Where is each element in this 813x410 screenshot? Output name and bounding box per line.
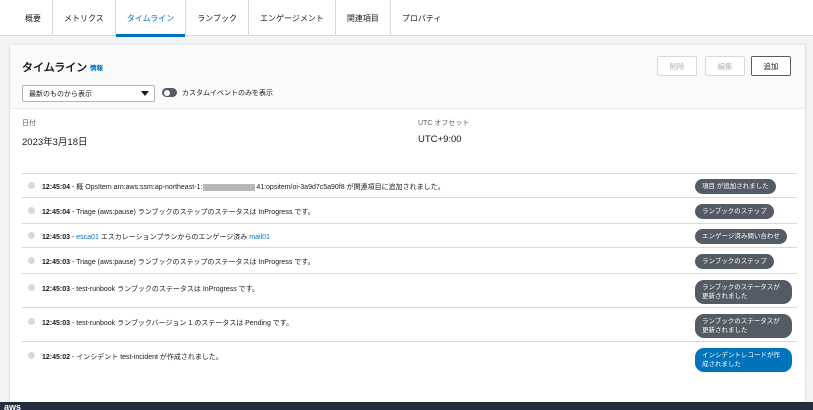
timeline-event-row: 12:45:03 - esca01 エスカレーションプランからのエンゲージ済み … (22, 223, 797, 247)
event-description: - Triage (aws:pause) ランブックのステップのステータスは I… (71, 209, 315, 216)
tab-timeline[interactable]: タイムライン (115, 0, 187, 37)
event-dot-icon (28, 318, 35, 325)
tab-overview[interactable]: 概要 (14, 0, 53, 36)
date-value: 2023年3月18日 (22, 137, 88, 148)
event-text: 12:45:02 - インシデント test-incident が作成されました… (42, 352, 223, 362)
event-time: 12:45:03 (42, 234, 71, 241)
event-text: 12:45:03 - test-runbook ランブックのステータスは InP… (42, 284, 259, 294)
contact-link[interactable]: mail01 (249, 234, 270, 241)
timeline-event-row: 12:45:04 - Triage (aws:pause) ランブックのステップ… (22, 197, 797, 223)
timeline-event-row: 12:45:03 - test-runbook ランブックのステータスは InP… (22, 273, 797, 307)
event-type-badge: インシデントレコードが作成されました (695, 348, 792, 372)
event-text: 12:45:03 - Triage (aws:pause) ランブックのステップ… (42, 257, 315, 267)
event-description: - test-runbook ランブックバージョン 1 のステータスは Pend… (71, 320, 294, 327)
event-type-badge: ランブックのステップ (695, 254, 774, 269)
info-link[interactable]: 情報 (90, 62, 103, 72)
event-text: 12:45:03 - esca01 エスカレーションプランからのエンゲージ済み … (42, 234, 270, 241)
event-text-pre: - 概 OpsItem arn:aws:ssm:ap-northeast-1: (71, 184, 203, 191)
delete-button[interactable]: 削除 (657, 56, 697, 76)
sort-select-value: 最新のものから表示 (29, 90, 92, 98)
event-type-badge: ランブックのステップ (695, 204, 774, 219)
event-dot-icon (28, 182, 35, 189)
redacted-account-id (203, 183, 256, 191)
event-text-post: 41:opsitem/oi-3a9d7c5a90f8 が関連項目に追加されました… (256, 184, 445, 191)
event-time: 12:45:04 (42, 209, 71, 216)
utc-offset-value: UTC+9:00 (418, 134, 462, 145)
event-text: 12:45:04 - 概 OpsItem arn:aws:ssm:ap-nort… (42, 182, 445, 192)
event-dot-icon (28, 232, 35, 239)
event-description: - インシデント test-incident が作成されました。 (71, 354, 223, 361)
tab-metrics[interactable]: メトリクス (53, 0, 116, 36)
event-type-badge: エンゲージ済み問い合わせ (695, 229, 787, 244)
timeline-event-row: 12:45:02 - インシデント test-incident が作成されました… (22, 341, 797, 379)
timeline-event-row: 12:45:03 - Triage (aws:pause) ランブックのステップ… (22, 247, 797, 273)
event-time: 12:45:04 (42, 184, 71, 191)
timeline-event-row: 12:45:03 - test-runbook ランブックバージョン 1 のステ… (22, 307, 797, 341)
tab-engagements[interactable]: エンゲージメント (249, 0, 336, 36)
event-type-badge: ランブックのステータスが更新されました (695, 314, 792, 338)
detail-tabs: 概要 メトリクス タイムライン ランブック エンゲージメント 関連項目 プロパテ… (0, 0, 813, 37)
sort-select[interactable]: 最新のものから表示 (22, 85, 155, 102)
event-type-badge: 項目 が追加されました (695, 179, 776, 194)
utc-offset-label: UTC オフセット (418, 120, 470, 127)
event-text: 12:45:04 - Triage (aws:pause) ランブックのステップ… (42, 207, 315, 217)
event-time: 12:45:03 (42, 259, 71, 266)
edit-button[interactable]: 編集 (705, 56, 745, 76)
event-time: 12:45:03 (42, 320, 71, 327)
event-description: - Triage (aws:pause) ランブックのステップのステータスは I… (71, 259, 315, 266)
event-dot-icon (28, 257, 35, 264)
event-description: - test-runbook ランブックのステータスは InProgress で… (71, 286, 259, 293)
incident-detail-frame: 概要 メトリクス タイムライン ランブック エンゲージメント 関連項目 プロパテ… (0, 0, 813, 402)
page-title: タイムライン (22, 62, 88, 74)
tab-runbook[interactable]: ランブック (186, 0, 249, 36)
tab-properties[interactable]: プロパティ (391, 0, 453, 36)
event-text: 12:45:03 - test-runbook ランブックバージョン 1 のステ… (42, 318, 293, 328)
caret-down-icon (141, 91, 149, 96)
event-dot-icon (28, 284, 35, 291)
timeline-container: タイムライン 情報 削除 編集 追加 最新のものから表示 カスタムイベントのみを… (10, 44, 805, 402)
event-dot-icon (28, 207, 35, 214)
add-button[interactable]: 追加 (751, 56, 791, 76)
event-time: 12:45:03 (42, 286, 71, 293)
event-description: エスカレーションプランからのエンゲージ済み (98, 234, 250, 241)
aws-logo: aws (4, 402, 22, 410)
timeline-event-row: 12:45:04 - 概 OpsItem arn:aws:ssm:ap-nort… (22, 173, 797, 197)
tab-related-items[interactable]: 関連項目 (336, 0, 391, 36)
event-type-badge: ランブックのステータスが更新されました (695, 280, 792, 304)
escalation-plan-link[interactable]: esca01 (76, 234, 99, 241)
date-label: 日付 (22, 120, 36, 127)
custom-events-toggle-label: カスタムイベントのみを表示 (182, 90, 273, 97)
timeline-header: タイムライン 情報 削除 編集 追加 最新のものから表示 カスタムイベントのみを… (10, 45, 805, 109)
event-dot-icon (28, 352, 35, 359)
event-time: 12:45:02 (42, 354, 71, 361)
custom-events-toggle[interactable] (162, 88, 177, 97)
